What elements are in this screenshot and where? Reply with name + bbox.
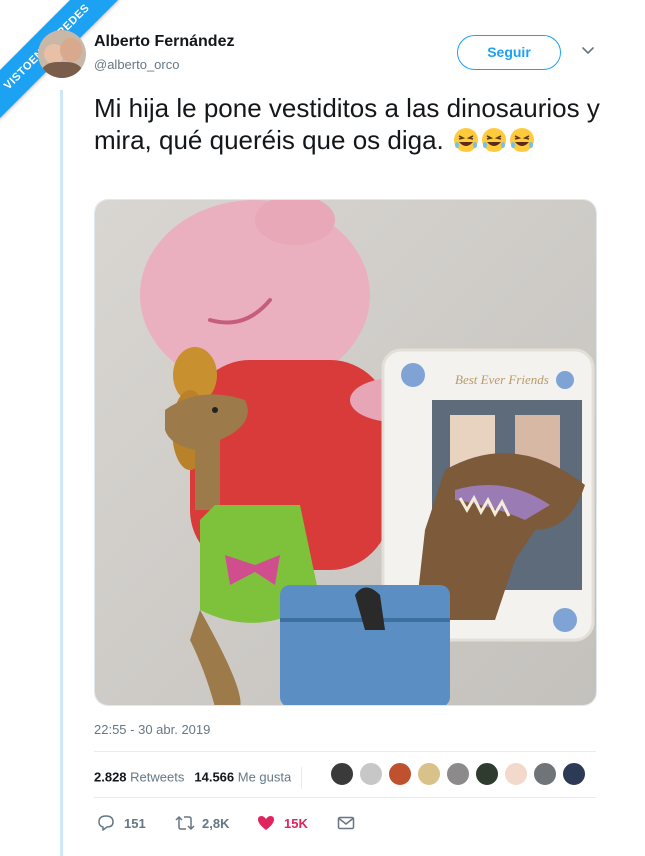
liker-avatar[interactable] (533, 762, 557, 786)
divider-bottom (94, 797, 596, 798)
user-handle[interactable]: @alberto_orco (94, 57, 179, 72)
reply-icon (98, 815, 114, 831)
rofl-emoji-icon (482, 128, 507, 152)
tweet-card: VISTOENLASREDES .com Alberto Fernández @… (0, 0, 645, 856)
svg-text:Best Ever Friends: Best Ever Friends (455, 372, 549, 387)
follow-button[interactable]: Seguir (457, 35, 561, 70)
reply-count: 151 (124, 816, 146, 831)
chevron-down-icon[interactable] (581, 44, 595, 58)
liker-avatar[interactable] (388, 762, 412, 786)
liker-avatar[interactable] (475, 762, 499, 786)
liker-avatar[interactable] (359, 762, 383, 786)
avatar[interactable] (38, 30, 86, 78)
liker-avatar[interactable] (562, 762, 586, 786)
display-name[interactable]: Alberto Fernández (94, 33, 234, 51)
rofl-emoji-icon (454, 128, 479, 152)
retweets-count: 2.828 (94, 769, 127, 785)
like-count: 15K (284, 816, 308, 831)
likes-label: Me gusta (237, 769, 292, 785)
retweet-icon (175, 815, 195, 831)
engagement-stats: 2.828 Retweets 14.566 Me gusta (94, 767, 303, 789)
retweets-stat[interactable]: 2.828 Retweets (94, 769, 184, 784)
likes-count: 14.566 (194, 769, 235, 785)
tweet-text: Mi hija le pone vestiditos a las dinosau… (94, 92, 604, 156)
retweet-count: 2,8K (202, 816, 230, 831)
liker-avatar[interactable] (504, 762, 528, 786)
rofl-emoji-icon (510, 128, 535, 152)
liker-avatar[interactable] (417, 762, 441, 786)
emoji-group (444, 125, 535, 155)
dinosaur-toys-photo: Best Ever Friends (95, 200, 596, 705)
thread-rule (60, 90, 63, 856)
likes-stat[interactable]: 14.566 Me gusta (194, 769, 291, 784)
tweet-timestamp[interactable]: 22:55 - 30 abr. 2019 (94, 722, 210, 737)
envelope-icon (337, 816, 355, 830)
liker-avatar[interactable] (446, 762, 470, 786)
divider-top (94, 751, 596, 752)
liker-avatar[interactable] (330, 762, 354, 786)
retweets-label: Retweets (130, 769, 185, 785)
heart-icon (258, 816, 274, 830)
tweet-photo[interactable]: Best Ever Friends (94, 199, 597, 706)
